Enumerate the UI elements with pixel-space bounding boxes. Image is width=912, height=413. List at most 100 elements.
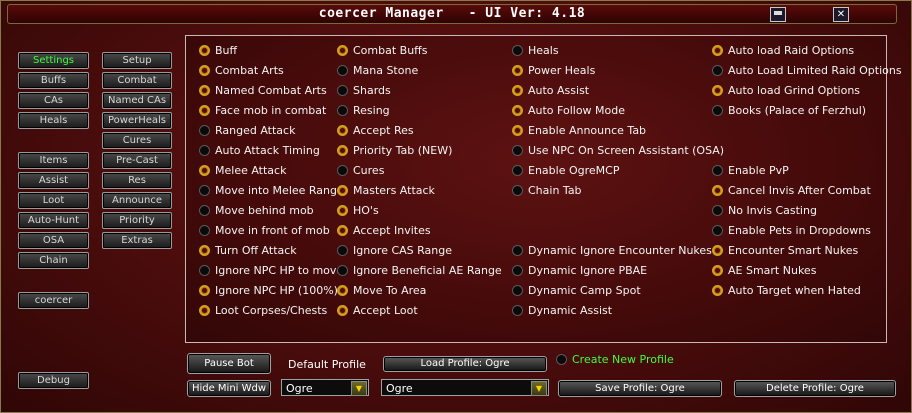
option-mana-stone[interactable]: Mana Stone xyxy=(337,63,418,79)
create-new-profile-checkbox[interactable]: Create New Profile xyxy=(556,353,674,367)
option-accept-loot[interactable]: Accept Loot xyxy=(337,303,418,319)
nav-button-debug[interactable]: Debug xyxy=(18,372,89,389)
nav-button-cures[interactable]: Cures xyxy=(102,132,172,149)
create-new-profile-radio-icon[interactable] xyxy=(556,353,567,365)
nav-button-auto-hunt[interactable]: Auto-Hunt xyxy=(18,212,89,229)
option-priority-tab-new[interactable]: Priority Tab (NEW) xyxy=(337,143,452,159)
minimize-icon[interactable] xyxy=(770,7,786,22)
radio-unchecked-icon[interactable] xyxy=(199,224,210,236)
option-auto-target-when-hated[interactable]: Auto Target when Hated xyxy=(712,283,861,299)
radio-checked-icon[interactable] xyxy=(199,44,210,56)
option-auto-load-grind-options[interactable]: Auto load Grind Options xyxy=(712,83,860,99)
load-profile-button[interactable]: Load Profile: Ogre xyxy=(383,356,547,372)
radio-checked-icon[interactable] xyxy=(712,284,723,296)
radio-checked-icon[interactable] xyxy=(712,244,723,256)
option-use-npc-on-screen-assistant-osa[interactable]: Use NPC On Screen Assistant (OSA) xyxy=(512,143,724,159)
radio-unchecked-icon[interactable] xyxy=(512,284,523,296)
option-melee-attack[interactable]: Melee Attack xyxy=(199,163,286,179)
option-ignore-npc-hp-100[interactable]: Ignore NPC HP (100%) xyxy=(199,283,338,299)
pause-bot-button[interactable]: Pause Bot xyxy=(187,353,271,374)
nav-button-coercer[interactable]: coercer xyxy=(18,292,89,309)
option-enable-ogremcp[interactable]: Enable OgreMCP xyxy=(512,163,619,179)
radio-checked-icon[interactable] xyxy=(337,44,348,56)
nav-button-assist[interactable]: Assist xyxy=(18,172,89,189)
radio-unchecked-icon[interactable] xyxy=(512,244,523,256)
option-turn-off-attack[interactable]: Turn Off Attack xyxy=(199,243,297,259)
radio-checked-icon[interactable] xyxy=(337,184,348,196)
option-enable-pvp[interactable]: Enable PvP xyxy=(712,163,789,179)
save-profile-button[interactable]: Save Profile: Ogre xyxy=(558,380,722,397)
option-dynamic-ignore-encounter-nukes[interactable]: Dynamic Ignore Encounter Nukes xyxy=(512,243,712,259)
radio-unchecked-icon[interactable] xyxy=(712,224,723,236)
radio-unchecked-icon[interactable] xyxy=(337,244,348,256)
nav-button-buffs[interactable]: Buffs xyxy=(18,72,89,89)
option-enable-pets-in-dropdowns[interactable]: Enable Pets in Dropdowns xyxy=(712,223,871,239)
radio-checked-icon[interactable] xyxy=(199,284,210,296)
nav-button-priority[interactable]: Priority xyxy=(102,212,172,229)
option-auto-assist[interactable]: Auto Assist xyxy=(512,83,589,99)
nav-button-items[interactable]: Items xyxy=(18,152,89,169)
option-encounter-smart-nukes[interactable]: Encounter Smart Nukes xyxy=(712,243,858,259)
nav-button-pre-cast[interactable]: Pre-Cast xyxy=(102,152,172,169)
nav-button-announce[interactable]: Announce xyxy=(102,192,172,209)
option-face-mob-in-combat[interactable]: Face mob in combat xyxy=(199,103,326,119)
radio-unchecked-icon[interactable] xyxy=(712,204,723,216)
radio-checked-icon[interactable] xyxy=(712,184,723,196)
radio-checked-icon[interactable] xyxy=(512,64,523,76)
radio-checked-icon[interactable] xyxy=(512,84,523,96)
nav-button-settings[interactable]: Settings xyxy=(18,52,89,69)
default-profile-select[interactable]: Ogre ▼ xyxy=(281,379,369,396)
radio-checked-icon[interactable] xyxy=(712,44,723,56)
option-combat-arts[interactable]: Combat Arts xyxy=(199,63,284,79)
radio-unchecked-icon[interactable] xyxy=(512,184,523,196)
nav-button-osa[interactable]: OSA xyxy=(18,232,89,249)
radio-checked-icon[interactable] xyxy=(199,64,210,76)
option-move-in-front-of-mob[interactable]: Move in front of mob xyxy=(199,223,330,239)
radio-unchecked-icon[interactable] xyxy=(199,144,210,156)
radio-checked-icon[interactable] xyxy=(199,84,210,96)
nav-button-combat[interactable]: Combat xyxy=(102,72,172,89)
option-auto-attack-timing[interactable]: Auto Attack Timing xyxy=(199,143,320,159)
nav-button-named-cas[interactable]: Named CAs xyxy=(102,92,172,109)
nav-button-res[interactable]: Res xyxy=(102,172,172,189)
option-dynamic-camp-spot[interactable]: Dynamic Camp Spot xyxy=(512,283,641,299)
radio-checked-icon[interactable] xyxy=(337,144,348,156)
radio-checked-icon[interactable] xyxy=(337,284,348,296)
nav-button-setup[interactable]: Setup xyxy=(102,52,172,69)
option-ignore-beneficial-ae-range[interactable]: Ignore Beneficial AE Range xyxy=(337,263,502,279)
nav-button-extras[interactable]: Extras xyxy=(102,232,172,249)
hide-mini-window-button[interactable]: Hide Mini Wdw xyxy=(187,380,271,397)
option-masters-attack[interactable]: Masters Attack xyxy=(337,183,435,199)
radio-unchecked-icon[interactable] xyxy=(199,184,210,196)
nav-button-chain[interactable]: Chain xyxy=(18,252,89,269)
option-combat-buffs[interactable]: Combat Buffs xyxy=(337,43,428,59)
radio-unchecked-icon[interactable] xyxy=(712,164,723,176)
option-resing[interactable]: Resing xyxy=(337,103,390,119)
option-ignore-npc-hp-to-move[interactable]: Ignore NPC HP to move xyxy=(199,263,343,279)
radio-unchecked-icon[interactable] xyxy=(712,104,723,116)
nav-button-loot[interactable]: Loot xyxy=(18,192,89,209)
close-icon[interactable]: ✕ xyxy=(833,7,849,22)
option-books-palace-of-ferzhul[interactable]: Books (Palace of Ferzhul) xyxy=(712,103,866,119)
radio-unchecked-icon[interactable] xyxy=(199,204,210,216)
chevron-down-icon[interactable]: ▼ xyxy=(351,381,367,396)
nav-button-powerheals[interactable]: PowerHeals xyxy=(102,112,172,129)
option-shards[interactable]: Shards xyxy=(337,83,391,99)
radio-checked-icon[interactable] xyxy=(199,104,210,116)
radio-checked-icon[interactable] xyxy=(512,104,523,116)
option-auto-load-limited-raid-options[interactable]: Auto Load Limited Raid Options xyxy=(712,63,902,79)
option-move-to-area[interactable]: Move To Area xyxy=(337,283,426,299)
radio-checked-icon[interactable] xyxy=(512,124,523,136)
option-move-into-melee-range[interactable]: Move into Melee Range xyxy=(199,183,344,199)
option-enable-announce-tab[interactable]: Enable Announce Tab xyxy=(512,123,646,139)
radio-checked-icon[interactable] xyxy=(712,84,723,96)
radio-checked-icon[interactable] xyxy=(712,264,723,276)
option-cancel-invis-after-combat[interactable]: Cancel Invis After Combat xyxy=(712,183,871,199)
radio-unchecked-icon[interactable] xyxy=(337,104,348,116)
option-auto-follow-mode[interactable]: Auto Follow Mode xyxy=(512,103,625,119)
nav-button-heals[interactable]: Heals xyxy=(18,112,89,129)
radio-unchecked-icon[interactable] xyxy=(512,144,523,156)
profile-select[interactable]: Ogre ▼ xyxy=(381,379,549,396)
radio-unchecked-icon[interactable] xyxy=(512,264,523,276)
radio-unchecked-icon[interactable] xyxy=(337,164,348,176)
